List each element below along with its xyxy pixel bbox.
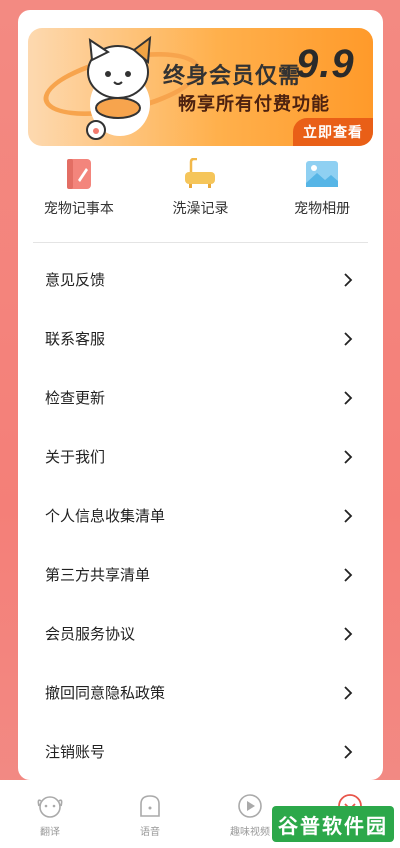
quick-link-bath-record[interactable]: 洗澡记录 [145, 158, 255, 228]
notebook-icon [66, 159, 91, 189]
tab-label: 趣味视频 [230, 827, 270, 838]
menu-item-about-us[interactable]: 关于我们 [18, 427, 383, 486]
quick-link-label: 宠物记事本 [43, 200, 114, 216]
photo-album-icon [306, 161, 339, 187]
chevron-right-icon [344, 272, 353, 287]
dog-face-icon [37, 796, 63, 818]
watermark: 谷普软件园 [272, 806, 394, 842]
tab-label: 语音 [140, 827, 160, 838]
vip-banner[interactable]: 终身会员仅需 ¥ 9.9 畅享所有付费功能 立即查看 [28, 28, 373, 146]
menu-item-membership-agreement[interactable]: 会员服务协议 [18, 604, 383, 663]
menu-item-personal-info-list[interactable]: 个人信息收集清单 [18, 486, 383, 545]
quick-link-label: 洗澡记录 [172, 200, 229, 216]
menu-item-label: 意见反馈 [45, 272, 106, 289]
menu-item-delete-account[interactable]: 注销账号 [18, 722, 383, 780]
menu-item-label: 注销账号 [45, 744, 106, 761]
banner-price: 9.9 [296, 42, 355, 86]
menu-item-label: 检查更新 [45, 390, 106, 407]
banner-currency: ¥ [282, 64, 290, 79]
chevron-right-icon [344, 449, 353, 464]
banner-subtitle: 畅享所有付费功能 [178, 94, 330, 114]
menu-item-label: 撤回同意隐私政策 [45, 685, 166, 702]
chevron-right-icon [344, 390, 353, 405]
view-now-button[interactable]: 立即查看 [293, 118, 373, 146]
profile-card: 终身会员仅需 ¥ 9.9 畅享所有付费功能 立即查看 宠物记事本 洗澡记录 宠物… [18, 10, 383, 780]
menu-item-withdraw-privacy-consent[interactable]: 撤回同意隐私政策 [18, 663, 383, 722]
play-icon [238, 794, 262, 818]
menu-item-label: 个人信息收集清单 [45, 508, 166, 525]
chevron-right-icon [344, 744, 353, 759]
settings-menu: 意见反馈 联系客服 检查更新 关于我们 个人信息收集清单 第三方共享清单 会员服… [18, 250, 383, 780]
chevron-right-icon [344, 508, 353, 523]
tab-voice[interactable]: 语音 [105, 780, 195, 838]
menu-item-label: 第三方共享清单 [45, 567, 151, 584]
menu-item-feedback[interactable]: 意见反馈 [18, 250, 383, 309]
tab-label: 翻译 [40, 827, 60, 838]
menu-item-customer-service[interactable]: 联系客服 [18, 309, 383, 368]
menu-item-label: 联系客服 [45, 331, 106, 348]
chevron-right-icon [344, 567, 353, 582]
menu-item-third-party-list[interactable]: 第三方共享清单 [18, 545, 383, 604]
quick-link-notebook[interactable]: 宠物记事本 [24, 158, 134, 228]
chevron-right-icon [344, 626, 353, 641]
menu-item-check-update[interactable]: 检查更新 [18, 368, 383, 427]
banner-title: 终身会员仅需 [163, 63, 302, 88]
bathtub-icon [185, 158, 216, 188]
menu-item-label: 会员服务协议 [45, 626, 136, 643]
divider [33, 242, 368, 243]
quick-links: 宠物记事本 洗澡记录 宠物相册 [18, 158, 383, 228]
chevron-right-icon [344, 331, 353, 346]
quick-link-album[interactable]: 宠物相册 [267, 158, 377, 228]
cat-mascot-icon [86, 35, 152, 140]
chevron-right-icon [344, 685, 353, 700]
voice-icon [140, 795, 160, 817]
tab-translate[interactable]: 翻译 [5, 780, 95, 838]
quick-link-label: 宠物相册 [294, 200, 351, 216]
menu-item-label: 关于我们 [45, 449, 106, 466]
